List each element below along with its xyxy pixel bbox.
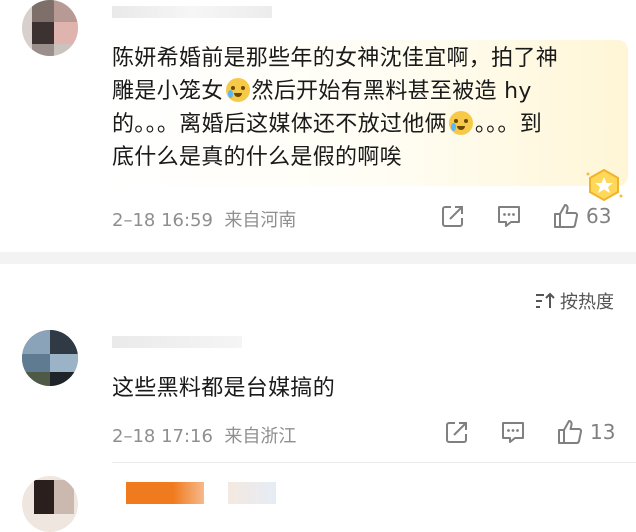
avatar[interactable] [22, 476, 78, 532]
comment-item-3 [0, 0, 636, 532]
badge-obscured [228, 482, 276, 504]
username-obscured[interactable] [126, 482, 204, 504]
